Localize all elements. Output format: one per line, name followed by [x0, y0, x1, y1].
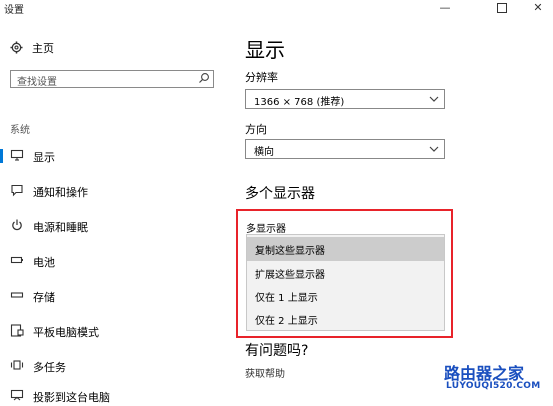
- multi-display-section-title: 多个显示器: [245, 186, 315, 202]
- dropdown-option-only-1[interactable]: 仅在 1 上显示: [247, 284, 444, 308]
- close-button[interactable]: ✕: [523, 0, 553, 18]
- sidebar-item-label: 通知和操作: [33, 186, 88, 199]
- option-label: 扩展这些显示器: [255, 270, 325, 281]
- monitor-icon: [10, 149, 24, 161]
- sidebar-item-label: 投影到这台电脑: [33, 391, 110, 404]
- watermark: 路由器之家 LUYOUQI520.COM: [440, 360, 550, 400]
- sidebar-item-label: 显示: [33, 151, 55, 164]
- multi-display-dropdown[interactable]: 复制这些显示器 扩展这些显示器 仅在 1 上显示 仅在 2 上显示: [246, 234, 445, 331]
- maximize-icon: [497, 3, 507, 13]
- resolution-label: 分辨率: [245, 71, 278, 84]
- chevron-down-icon: [429, 146, 439, 152]
- tablet-icon: [10, 324, 24, 337]
- sidebar-item-label: 平板电脑模式: [33, 326, 99, 339]
- maximize-button[interactable]: [487, 0, 517, 18]
- sidebar-item-display[interactable]: 显示: [0, 146, 232, 166]
- battery-icon: [10, 256, 23, 264]
- window-title: 设置: [4, 5, 24, 16]
- sidebar-item-power[interactable]: 电源和睡眠: [0, 216, 232, 236]
- sidebar-item-label: 电源和睡眠: [33, 221, 88, 234]
- sidebar-item-tablet-mode[interactable]: 平板电脑模式: [0, 321, 232, 341]
- multitask-icon: [10, 360, 24, 370]
- sidebar-home-label: 主页: [32, 42, 54, 55]
- help-title: 有问题吗?: [245, 343, 309, 359]
- gear-icon: [10, 41, 23, 54]
- minimize-button[interactable]: —: [430, 0, 460, 18]
- search-placeholder: 查找设置: [17, 77, 57, 88]
- sidebar-item-label: 电池: [33, 256, 55, 269]
- orientation-label: 方向: [245, 123, 267, 136]
- sidebar-item-battery[interactable]: 电池: [0, 251, 232, 271]
- sidebar-item-label: 多任务: [33, 361, 66, 374]
- sidebar-item-storage[interactable]: 存储: [0, 286, 232, 306]
- sidebar-item-notifications[interactable]: 通知和操作: [0, 181, 232, 201]
- chevron-down-icon: [429, 96, 439, 102]
- close-icon: ✕: [533, 1, 543, 14]
- option-label: 仅在 2 上显示: [255, 316, 318, 327]
- orientation-select[interactable]: 横向: [245, 139, 445, 159]
- orientation-value: 横向: [254, 147, 274, 158]
- dropdown-option-duplicate[interactable]: 复制这些显示器: [247, 237, 444, 261]
- resolution-value: 1366 × 768 (推荐): [254, 97, 345, 108]
- message-icon: [11, 184, 23, 197]
- storage-icon: [10, 292, 24, 298]
- watermark-url: LUYOUQI520.COM: [446, 381, 541, 391]
- minimize-icon: —: [439, 1, 451, 14]
- search-icon: [199, 73, 209, 83]
- dropdown-option-only-2[interactable]: 仅在 2 上显示: [247, 307, 444, 331]
- project-icon: [10, 389, 24, 401]
- search-input[interactable]: 查找设置: [10, 70, 214, 88]
- option-label: 复制这些显示器: [255, 246, 325, 257]
- power-icon: [12, 219, 22, 231]
- resolution-select[interactable]: 1366 × 768 (推荐): [245, 89, 445, 109]
- dropdown-option-extend[interactable]: 扩展这些显示器: [247, 261, 444, 285]
- sidebar-item-label: 存储: [33, 291, 55, 304]
- option-label: 仅在 1 上显示: [255, 293, 318, 304]
- get-help-link[interactable]: 获取帮助: [245, 365, 285, 380]
- sidebar-item-project[interactable]: 投影到这台电脑: [0, 386, 232, 406]
- sidebar-section-label: 系统: [10, 125, 30, 136]
- multi-display-label: 多显示器: [246, 224, 286, 235]
- title-bar: 设置 — ✕: [0, 0, 553, 18]
- sidebar-item-multitasking[interactable]: 多任务: [0, 356, 232, 376]
- sidebar: 主页 查找设置 系统 显示 通知和操作 电源和睡眠 电池 存储 平板电脑模式 多…: [0, 18, 232, 404]
- page-title: 显示: [245, 38, 285, 62]
